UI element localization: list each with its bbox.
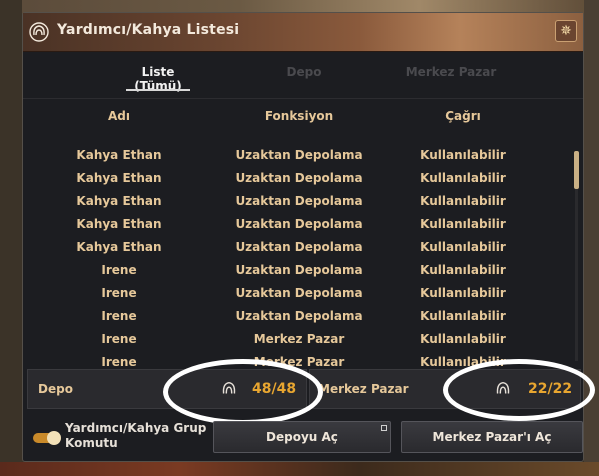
column-header-name: Adı xyxy=(108,109,130,123)
popout-icon xyxy=(381,425,387,431)
row-call-status[interactable]: Kullanılabilir xyxy=(398,263,528,277)
table-row[interactable]: Irene Uzaktan Depolama Kullanılabilir xyxy=(23,260,583,283)
close-icon: ✵ xyxy=(560,23,572,39)
active-tab-indicator xyxy=(126,89,190,91)
row-name: Irene xyxy=(101,309,137,323)
table-row[interactable]: Irene Uzaktan Depolama Kullanılabilir xyxy=(23,306,583,329)
table-header: Adı Fonksiyon Çağrı xyxy=(23,109,583,129)
table-row[interactable]: Kahya Ethan Uzaktan Depolama Kullanılabi… xyxy=(23,191,583,214)
row-call-status[interactable]: Kullanılabilir xyxy=(398,217,528,231)
column-header-function: Fonksiyon xyxy=(264,109,334,123)
row-call-status[interactable]: Kullanılabilir xyxy=(398,286,528,300)
row-name: Irene xyxy=(101,263,137,277)
helper-portrait-icon xyxy=(29,22,49,42)
row-name: Irene xyxy=(101,355,137,369)
column-header-call: Çağrı xyxy=(445,109,481,123)
depo-label: Depo xyxy=(38,382,73,396)
game-hotbar-strip xyxy=(0,462,599,476)
row-function: Uzaktan Depolama xyxy=(235,171,363,185)
row-function: Uzaktan Depolama xyxy=(235,217,363,231)
scrollbar-thumb[interactable] xyxy=(574,151,579,189)
helper-table-body[interactable]: Kahya Ethan Uzaktan Depolama Kullanılabi… xyxy=(23,145,583,375)
tab-merkez-pazar[interactable]: Merkez Pazar xyxy=(399,65,503,79)
row-function: Uzaktan Depolama xyxy=(235,286,363,300)
open-depo-label: Depoyu Aç xyxy=(266,430,338,444)
table-row[interactable]: Irene Merkez Pazar Kullanılabilir xyxy=(23,329,583,352)
table-row[interactable]: Kahya Ethan Uzaktan Depolama Kullanılabi… xyxy=(23,214,583,237)
pazar-label: Merkez Pazar xyxy=(318,382,409,396)
helper-list-window: Yardımcı/Kahya Listesi ✵ Liste (Tümü) De… xyxy=(22,12,595,462)
row-function: Uzaktan Depolama xyxy=(235,309,363,323)
highlight-ellipse xyxy=(443,359,595,421)
game-background-right xyxy=(584,0,599,476)
open-depo-button[interactable]: Depoyu Aç xyxy=(213,421,391,453)
table-row[interactable]: Kahya Ethan Uzaktan Depolama Kullanılabi… xyxy=(23,168,583,191)
table-row[interactable]: Kahya Ethan Uzaktan Depolama Kullanılabi… xyxy=(23,237,583,260)
row-function: Uzaktan Depolama xyxy=(235,148,363,162)
row-name: Kahya Ethan xyxy=(76,240,162,254)
row-name: Kahya Ethan xyxy=(76,217,162,231)
group-command-label: Yardımcı/Kahya Grup Komutu xyxy=(65,421,207,450)
row-name: Irene xyxy=(101,332,137,346)
table-row[interactable]: Kahya Ethan Uzaktan Depolama Kullanılabi… xyxy=(23,145,583,168)
close-button[interactable]: ✵ xyxy=(555,20,577,42)
window-titlebar[interactable]: Yardımcı/Kahya Listesi ✵ xyxy=(23,13,583,52)
row-function: Uzaktan Depolama xyxy=(235,263,363,277)
tab-bar: Liste (Tümü) Depo Merkez Pazar xyxy=(23,51,583,95)
row-call-status[interactable]: Kullanılabilir xyxy=(398,171,528,185)
tab-depo[interactable]: Depo xyxy=(281,65,327,79)
row-call-status[interactable]: Kullanılabilir xyxy=(398,240,528,254)
window-title: Yardımcı/Kahya Listesi xyxy=(57,22,240,38)
row-function: Uzaktan Depolama xyxy=(235,194,363,208)
row-name: Irene xyxy=(101,286,137,300)
row-function: Uzaktan Depolama xyxy=(235,240,363,254)
row-call-status[interactable]: Kullanılabilir xyxy=(398,148,528,162)
row-name: Kahya Ethan xyxy=(76,171,162,185)
divider xyxy=(23,98,583,99)
row-call-status[interactable]: Kullanılabilir xyxy=(398,194,528,208)
table-row[interactable]: Irene Uzaktan Depolama Kullanılabilir xyxy=(23,283,583,306)
open-pazar-button[interactable]: Merkez Pazar'ı Aç xyxy=(401,421,583,453)
open-pazar-label: Merkez Pazar'ı Aç xyxy=(432,430,552,444)
row-function: Merkez Pazar xyxy=(253,332,345,346)
row-call-status[interactable]: Kullanılabilir xyxy=(398,309,528,323)
row-name: Kahya Ethan xyxy=(76,194,162,208)
toggle-knob[interactable] xyxy=(47,431,61,445)
highlight-ellipse xyxy=(163,359,323,425)
game-background-left xyxy=(0,0,22,476)
row-name: Kahya Ethan xyxy=(76,148,162,162)
row-call-status[interactable]: Kullanılabilir xyxy=(398,332,528,346)
